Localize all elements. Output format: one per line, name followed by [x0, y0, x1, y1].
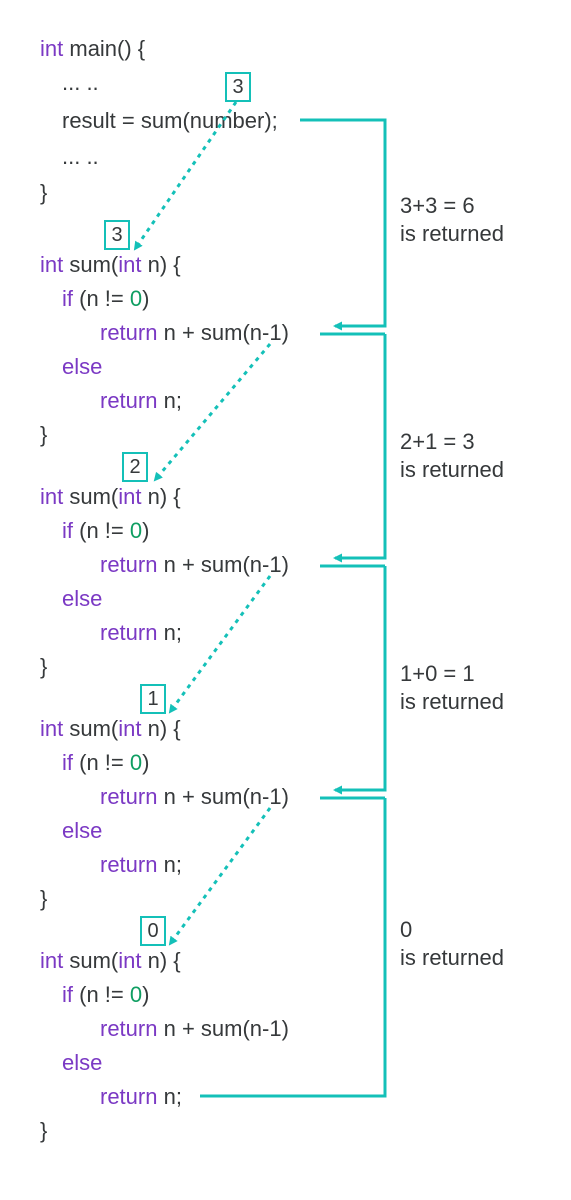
- diagram-root: int main() { ... .. result = sum(number)…: [0, 0, 571, 1200]
- arrow-overlay: [0, 0, 571, 1200]
